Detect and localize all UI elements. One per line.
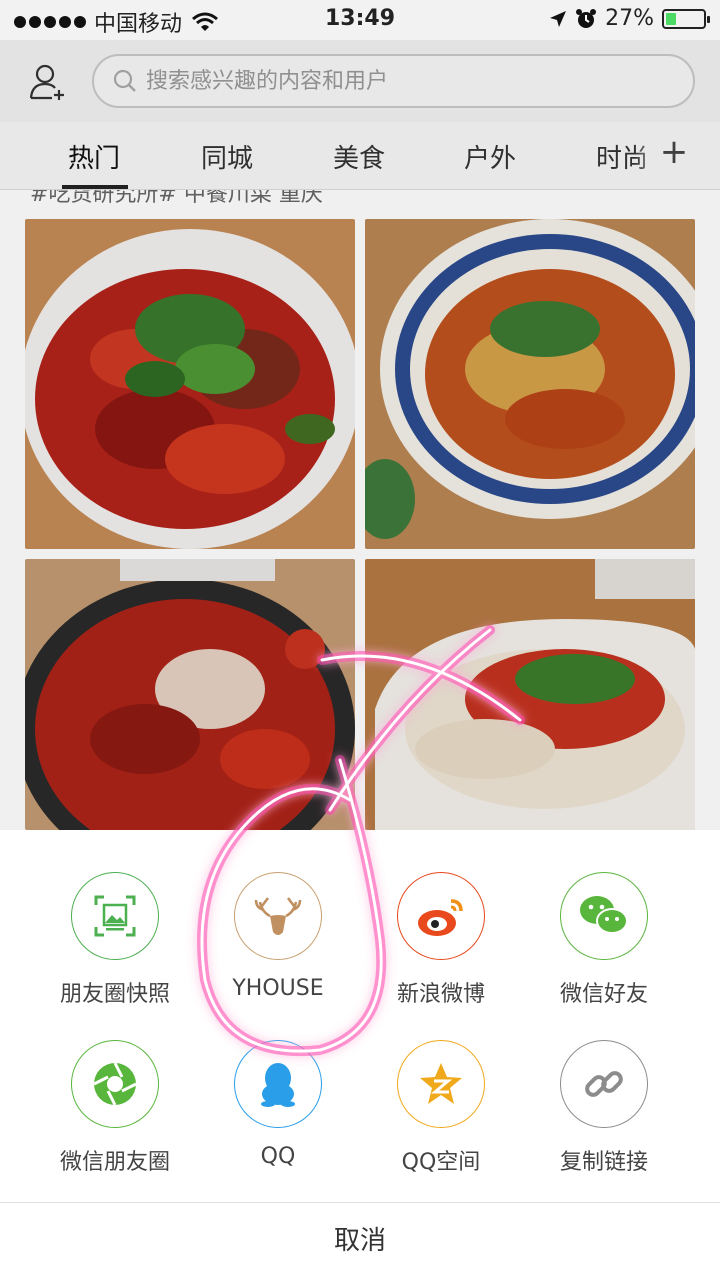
header — [0, 40, 720, 122]
weibo-icon — [397, 872, 485, 960]
wechat-icon — [560, 872, 648, 960]
share-label: 朋友圈快照 — [59, 982, 170, 1007]
share-sheet: 朋友圈快照 YHOUSE 新浪微博 微信好友 微信朋友圈 QQ QQ空间 复制链… — [0, 830, 720, 1280]
share-qzone[interactable]: QQ空间 — [361, 1040, 521, 1176]
food-image — [365, 219, 695, 549]
add-tab-button[interactable]: + — [654, 132, 694, 172]
category-tabs: 热门 同城 美食 户外 时尚 + — [0, 122, 720, 190]
share-label: 微信朋友圈 — [59, 1150, 170, 1175]
tab-local[interactable]: 同城 — [201, 138, 253, 175]
share-wechat-moments[interactable]: 微信朋友圈 — [35, 1040, 195, 1176]
qq-icon — [234, 1040, 322, 1128]
tab-food[interactable]: 美食 — [333, 138, 385, 175]
share-label: 微信好友 — [559, 982, 648, 1007]
share-label: QQ空间 — [401, 1150, 481, 1175]
qzone-icon — [397, 1040, 485, 1128]
photo-feed[interactable]: #吃货研究所# 中餐川菜 重庆 — [0, 190, 720, 830]
tab-hot[interactable]: 热门 — [68, 138, 120, 175]
search-box[interactable] — [92, 54, 695, 108]
alarm-icon — [576, 8, 597, 28]
battery-icon — [662, 8, 710, 29]
share-label: 复制链接 — [559, 1150, 648, 1175]
status-bar: 中国移动 13:49 27% — [0, 0, 720, 40]
add-friend-icon[interactable] — [28, 62, 68, 102]
share-qq[interactable]: QQ — [198, 1040, 358, 1169]
food-photo-rice-noodles[interactable] — [365, 559, 695, 830]
post-caption: #吃货研究所# 中餐川菜 重庆 — [30, 190, 323, 207]
share-weibo[interactable]: 新浪微博 — [361, 872, 521, 1008]
share-moments-snapshot[interactable]: 朋友圈快照 — [35, 872, 195, 1008]
food-photo-noodle-bowl[interactable] — [365, 219, 695, 549]
food-image — [365, 559, 695, 830]
food-photo-spicy-chicken[interactable] — [25, 219, 355, 549]
food-image — [25, 559, 355, 830]
share-label: 新浪微博 — [396, 982, 485, 1007]
battery-level — [666, 12, 676, 25]
search-icon — [113, 69, 136, 92]
location-arrow-icon — [550, 10, 567, 27]
cancel-button[interactable]: 取消 — [0, 1203, 720, 1280]
search-input[interactable] — [146, 68, 666, 94]
food-photo-chili-fish[interactable] — [25, 559, 355, 830]
status-right: 27% — [549, 6, 710, 31]
battery-percent: 27% — [605, 6, 654, 31]
snapshot-icon — [71, 872, 159, 960]
tab-outdoor[interactable]: 户外 — [464, 138, 516, 175]
food-image — [25, 219, 355, 549]
link-icon — [560, 1040, 648, 1128]
share-yhouse[interactable]: YHOUSE — [198, 872, 358, 1001]
deer-icon — [234, 872, 322, 960]
share-copy-link[interactable]: 复制链接 — [524, 1040, 684, 1176]
active-tab-indicator — [62, 185, 128, 189]
share-wechat-friend[interactable]: 微信好友 — [524, 872, 684, 1008]
moments-icon — [71, 1040, 159, 1128]
share-label: YHOUSE — [232, 976, 324, 1001]
share-label: QQ — [260, 1144, 296, 1169]
